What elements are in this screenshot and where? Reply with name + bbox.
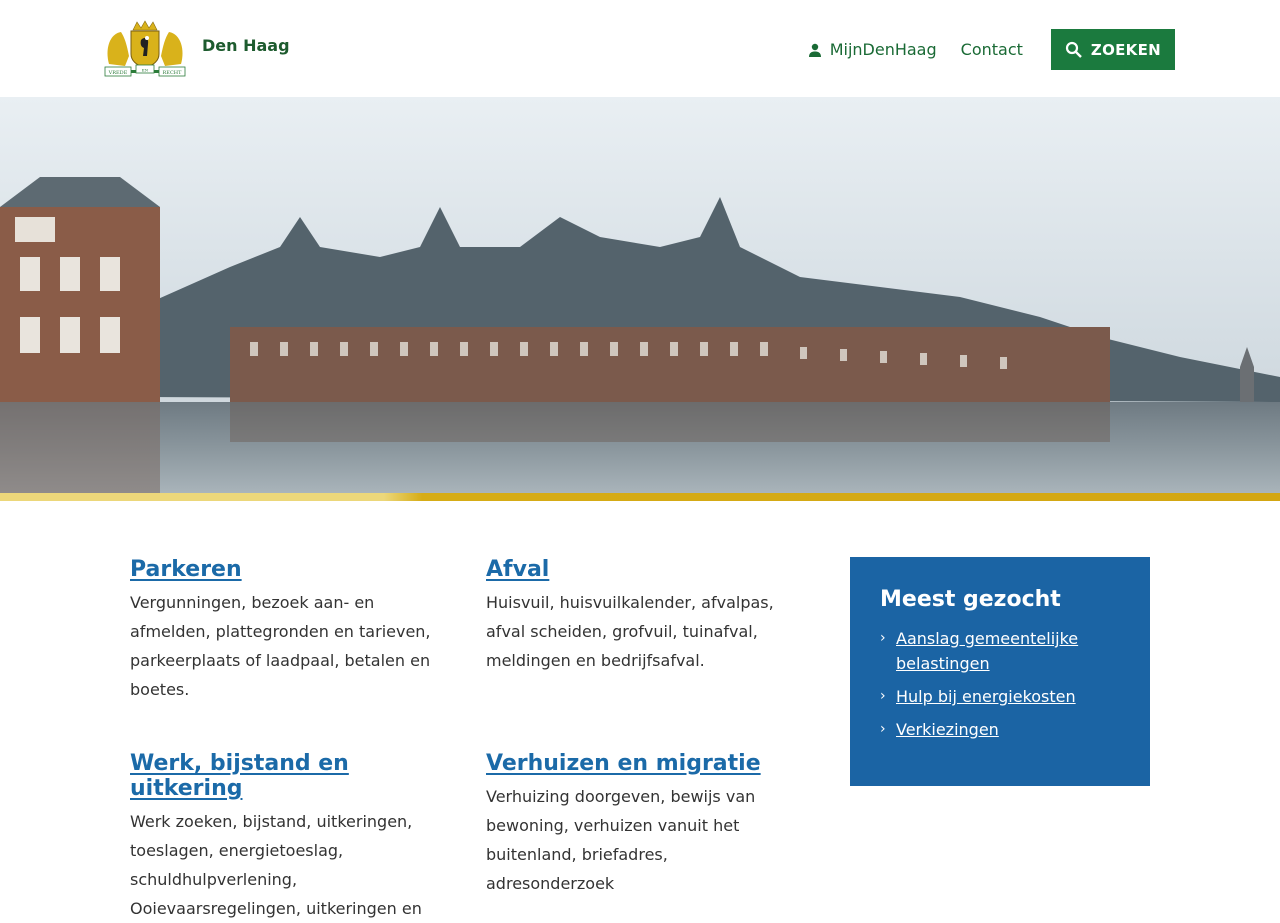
- motto-right: RECHT: [163, 70, 183, 76]
- tile-afval: Afval Huisvuil, huisvuilkalender, afvalp…: [486, 557, 776, 675]
- brand-name[interactable]: Den Haag: [202, 36, 290, 55]
- main-nav: MijnDenHaag Contact ZOEKEN: [808, 29, 1175, 70]
- gold-stripe: [0, 493, 1280, 501]
- header-search-button[interactable]: ZOEKEN: [1050, 29, 1175, 70]
- binnenhof-photo: [0, 97, 1280, 493]
- motto-left: VREDE: [108, 70, 128, 76]
- hero-banner: [0, 97, 1280, 493]
- motto-mid: EN: [142, 68, 149, 73]
- tile-title-link[interactable]: Werk, bijstand en uitkering: [130, 751, 435, 801]
- tile-description: Vergunningen, bezoek aan- en afmelden, p…: [130, 593, 431, 699]
- most-searched-link[interactable]: Verkiezingen: [896, 717, 999, 742]
- search-icon: [1065, 41, 1082, 58]
- tile-parkeren: Parkeren Vergunningen, bezoek aan- en af…: [130, 557, 440, 704]
- tile-title-link[interactable]: Verhuizen en migratie: [486, 751, 776, 776]
- chevron-right-icon: ›: [880, 688, 886, 704]
- nav-label-mijndenhaag: MijnDenHaag: [829, 40, 937, 59]
- user-icon: [808, 43, 821, 57]
- nav-contact[interactable]: Contact: [961, 40, 1023, 59]
- chevron-right-icon: ›: [880, 630, 886, 646]
- tile-description: Werk zoeken, bijstand, uitkeringen, toes…: [130, 812, 422, 918]
- tile-title-link[interactable]: Afval: [486, 557, 776, 582]
- chevron-right-icon: ›: [880, 721, 886, 737]
- tile-title-link[interactable]: Parkeren: [130, 557, 440, 582]
- coat-of-arms-logo[interactable]: VREDE EN RECHT: [103, 20, 187, 78]
- tile-description: Verhuizing doorgeven, bewijs van bewonin…: [486, 787, 756, 893]
- tile-werk: Werk, bijstand en uitkering Werk zoeken,…: [130, 751, 435, 923]
- list-item: › Verkiezingen: [880, 717, 1120, 742]
- site-header: VREDE EN RECHT Den Haag MijnDenHaag Cont…: [0, 0, 1280, 97]
- nav-mijndenhaag[interactable]: MijnDenHaag: [808, 40, 937, 59]
- header-search-label: ZOEKEN: [1090, 40, 1161, 59]
- tile-description: Huisvuil, huisvuilkalender, afvalpas, af…: [486, 593, 774, 670]
- nav-label-contact: Contact: [960, 40, 1023, 59]
- list-item: › Aanslag gemeentelijke belastingen: [880, 626, 1120, 676]
- most-searched-title: Meest gezocht: [880, 587, 1061, 612]
- list-item: › Hulp bij energiekosten: [880, 684, 1120, 709]
- most-searched-list: › Aanslag gemeentelijke belastingen › Hu…: [880, 626, 1120, 742]
- most-searched-link[interactable]: Hulp bij energiekosten: [896, 684, 1076, 709]
- most-searched-box: Meest gezocht › Aanslag gemeentelijke be…: [850, 557, 1150, 786]
- tile-verhuizen: Verhuizen en migratie Verhuizing doorgev…: [486, 751, 776, 898]
- most-searched-link[interactable]: Aanslag gemeentelijke belastingen: [896, 626, 1120, 676]
